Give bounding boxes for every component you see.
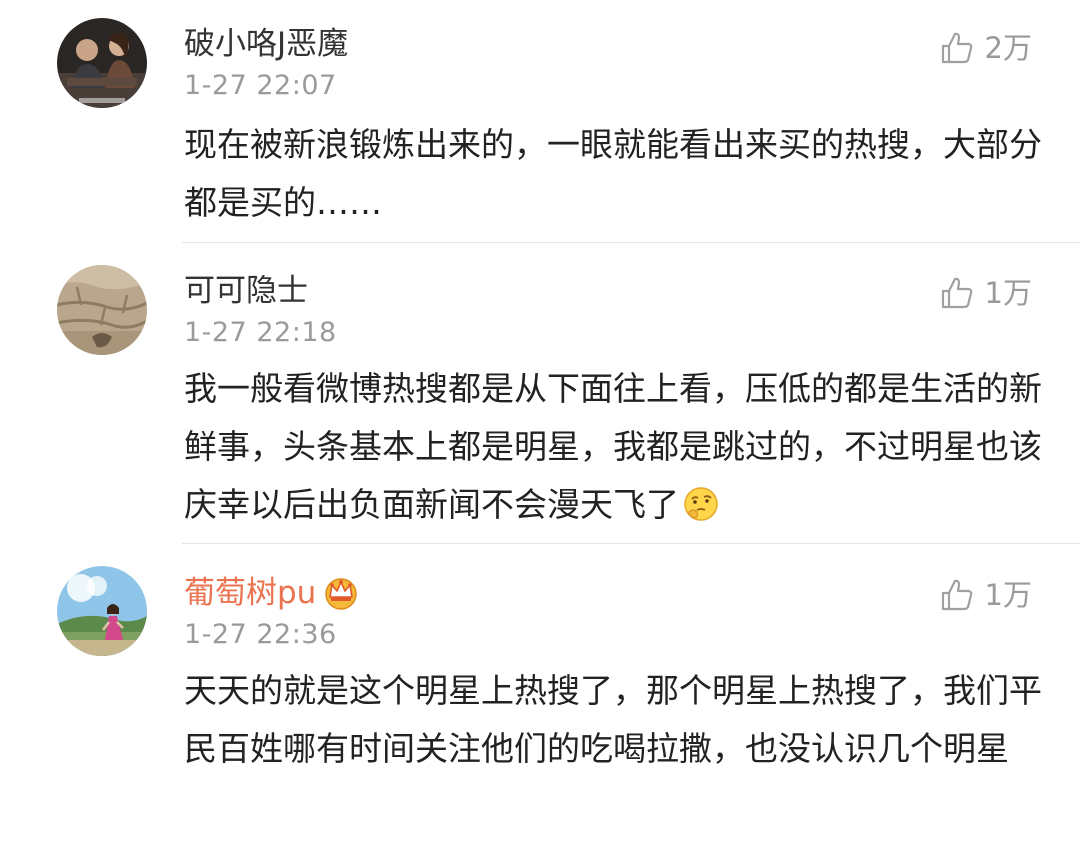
avatar-photo-people-icon xyxy=(57,18,147,108)
user-avatar[interactable] xyxy=(57,18,147,108)
username-text: 葡萄树pu xyxy=(184,575,317,611)
username[interactable]: 破小咯J恶魔 xyxy=(184,24,348,64)
username[interactable]: 葡萄树pu xyxy=(184,573,360,613)
user-avatar[interactable] xyxy=(57,265,147,355)
like-count: 1万 xyxy=(984,276,1032,310)
comment-text: 天天的就是这个明星上热搜了，那个明星上热搜了，我们平民百姓哪有时间关注他们的吃喝… xyxy=(184,671,1042,768)
vip-crown-icon xyxy=(325,577,358,610)
comment-item: 葡萄树pu 1-27 22:36 1万 天天的就是这个明星上热搜了，那个明星上热… xyxy=(0,544,1080,850)
like-button[interactable]: 2万 xyxy=(939,28,1032,68)
like-count: 2万 xyxy=(984,31,1032,65)
comment-text-content: 我一般看微博热搜都是从下面往上看，压低的都是生活的新鲜事，头条基本上都是明星，我… xyxy=(184,369,1042,524)
avatar-photo-girl-landscape-icon xyxy=(57,566,147,656)
like-button[interactable]: 1万 xyxy=(939,575,1032,615)
like-count: 1万 xyxy=(984,578,1032,612)
thumbs-up-icon xyxy=(941,32,972,64)
avatar-photo-stone-wall-icon xyxy=(57,265,147,355)
thumbs-up-icon xyxy=(941,579,972,611)
comment-item: 破小咯J恶魔 1-27 22:07 2万 现在被新浪锻炼出来的，一眼就能看出来买… xyxy=(0,0,1080,242)
comment-text: 我一般看微博热搜都是从下面往上看，压低的都是生活的新鲜事，头条基本上都是明星，我… xyxy=(184,360,1044,534)
comment-list: 破小咯J恶魔 1-27 22:07 2万 现在被新浪锻炼出来的，一眼就能看出来买… xyxy=(0,0,1080,850)
like-button[interactable]: 1万 xyxy=(939,273,1032,313)
user-avatar[interactable] xyxy=(57,566,147,656)
thumbs-up-icon xyxy=(941,277,972,309)
comment-timestamp: 1-27 22:36 xyxy=(184,619,337,650)
comment-text: 现在被新浪锻炼出来的，一眼就能看出来买的热搜，大部分都是买的…… xyxy=(184,125,1042,222)
comment-timestamp: 1-27 22:07 xyxy=(184,70,337,101)
thinking-face-emoji-icon xyxy=(684,486,718,521)
comment-timestamp: 1-27 22:18 xyxy=(184,317,337,348)
comment-item: 可可隐士 1-27 22:18 1万 我一般看微博热搜都是从下面往上看，压低的都… xyxy=(0,243,1080,543)
username[interactable]: 可可隐士 xyxy=(184,271,308,311)
